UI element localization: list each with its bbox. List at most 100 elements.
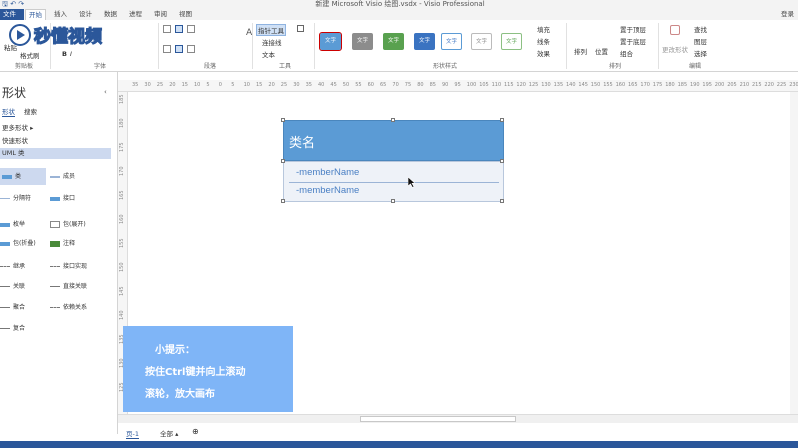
- text-tool-button[interactable]: 文本: [262, 49, 275, 59]
- ruler-tick-label: 140: [566, 82, 576, 88]
- shape-style-swatch[interactable]: 文字: [501, 33, 522, 50]
- align-right-icon[interactable]: [187, 45, 195, 53]
- italic-button[interactable]: I: [70, 50, 72, 58]
- effect-button[interactable]: 效果: [537, 48, 550, 58]
- pointer-tool-button[interactable]: 指针工具: [256, 24, 286, 36]
- shape-label: 直接关联: [63, 283, 88, 290]
- tab-review[interactable]: 审阅: [151, 9, 170, 20]
- scrollbar-thumb[interactable]: [360, 416, 516, 422]
- position-button[interactable]: 位置: [595, 46, 608, 56]
- tab-file[interactable]: 文件: [0, 9, 24, 20]
- all-pages-button[interactable]: 全部 ▴: [160, 428, 178, 438]
- resize-handle[interactable]: [500, 199, 504, 203]
- ruler-tick-label: 150: [119, 262, 125, 272]
- tab-home[interactable]: 开始: [25, 9, 46, 20]
- select-button[interactable]: 选择: [694, 48, 707, 58]
- shape-package-expanded[interactable]: 包(展开): [50, 216, 86, 233]
- resize-handle[interactable]: [391, 199, 395, 203]
- shape-interface-realization[interactable]: 接口实现: [50, 258, 87, 275]
- triangle-up-icon: ▴: [175, 430, 179, 438]
- uml-class-members[interactable]: -memberName -memberName: [283, 161, 504, 202]
- login-link[interactable]: 登录: [781, 9, 794, 20]
- more-shapes-item[interactable]: 更多形状 ▸: [0, 123, 112, 134]
- shape-separator[interactable]: 分隔符: [0, 190, 31, 207]
- resize-handle[interactable]: [500, 118, 504, 122]
- uml-class-shape[interactable]: 类名 -memberName -memberName: [281, 118, 504, 203]
- ruler-tick-label: 140: [119, 310, 125, 320]
- tab-shapes[interactable]: 形状: [2, 106, 15, 117]
- resize-handle[interactable]: [500, 159, 504, 163]
- shape-style-swatch[interactable]: 文字: [441, 33, 462, 50]
- shape-association[interactable]: 关联: [0, 278, 25, 295]
- shape-style-swatch[interactable]: 文字: [471, 33, 492, 50]
- shape-dependency[interactable]: 依赖关系: [50, 299, 87, 316]
- tab-design[interactable]: 设计: [76, 9, 95, 20]
- align-button[interactable]: 排列: [574, 46, 587, 56]
- bold-button[interactable]: B: [62, 50, 67, 58]
- horizontal-ruler[interactable]: 35 30 25 20 15 10 5 0 5 10 15 20 25 30 35 40 45 50 55 60 65 7…: [118, 80, 798, 92]
- tab-data[interactable]: 数据: [101, 9, 120, 20]
- align-bottom-icon[interactable]: [187, 25, 195, 33]
- shape-style-swatch[interactable]: 文字: [383, 33, 404, 50]
- format-painter-button[interactable]: 格式刷: [20, 50, 40, 60]
- resize-handle[interactable]: [281, 199, 285, 203]
- mouse-cursor-icon: [407, 176, 416, 190]
- tab-process[interactable]: 进程: [126, 9, 145, 20]
- resize-handle[interactable]: [281, 118, 285, 122]
- shape-label: 依赖关系: [63, 304, 88, 311]
- page-tab-1[interactable]: 页-1: [126, 428, 139, 439]
- align-middle-icon[interactable]: [175, 25, 183, 33]
- shape-style-swatch[interactable]: 文字: [352, 33, 373, 50]
- collapse-panel-icon[interactable]: ‹: [104, 88, 107, 96]
- tip-line: 按住Ctrl键并向上滚动: [145, 367, 246, 378]
- layers-button[interactable]: 图层: [694, 36, 707, 46]
- shape-enum[interactable]: 枚举: [0, 216, 25, 233]
- ruler-tick-label: 30: [144, 82, 151, 88]
- resize-handle[interactable]: [281, 159, 285, 163]
- tab-insert[interactable]: 插入: [51, 9, 70, 20]
- shape-interface[interactable]: 接口: [50, 190, 75, 207]
- change-shape-button[interactable]: 更改形状: [662, 44, 688, 54]
- class-shape-icon: [2, 174, 12, 179]
- ruler-tick-label: 180: [665, 82, 675, 88]
- send-to-back-button[interactable]: 置于底层: [620, 36, 646, 46]
- quick-access-toolbar[interactable]: 🖫 ↶ ↷: [2, 0, 24, 9]
- resize-handle[interactable]: [391, 118, 395, 122]
- group-separator: [314, 23, 315, 69]
- shape-composition[interactable]: 复合: [0, 320, 25, 337]
- ruler-tick-label: 165: [628, 82, 638, 88]
- ruler-tick-label: 175: [652, 82, 663, 88]
- rectangle-icon[interactable]: [297, 25, 304, 32]
- shape-style-swatch[interactable]: 文字: [319, 32, 342, 51]
- shape-note[interactable]: 注释: [50, 235, 75, 252]
- uml-member[interactable]: -memberName: [296, 167, 359, 178]
- shape-inheritance[interactable]: 继承: [0, 258, 25, 275]
- shape-class[interactable]: 类: [0, 168, 46, 185]
- uml-member[interactable]: -memberName: [296, 185, 359, 196]
- align-top-icon[interactable]: [163, 25, 171, 33]
- horizontal-scrollbar[interactable]: [118, 414, 798, 423]
- tab-search[interactable]: 搜索: [24, 106, 37, 116]
- quick-shapes-item[interactable]: 快速形状: [0, 136, 112, 147]
- shape-package-collapsed[interactable]: 包(折叠): [0, 235, 36, 252]
- line-button[interactable]: 线条: [537, 36, 550, 46]
- change-shape-icon[interactable]: [670, 25, 680, 35]
- bring-to-front-button[interactable]: 置于顶层: [620, 24, 646, 34]
- shape-direct-association[interactable]: 直接关联: [50, 278, 87, 295]
- vertical-scrollbar[interactable]: [790, 92, 798, 414]
- tab-view[interactable]: 视图: [176, 9, 195, 20]
- ruler-tick-label: 20: [169, 82, 176, 88]
- member-shape-icon: [50, 175, 60, 178]
- align-left-icon[interactable]: [163, 45, 171, 53]
- uml-class-stencil[interactable]: UML 类: [0, 148, 111, 159]
- shape-aggregation[interactable]: 聚合: [0, 299, 25, 316]
- shape-member[interactable]: 成员: [50, 168, 75, 185]
- add-page-icon[interactable]: ⊕: [192, 427, 199, 436]
- fill-button[interactable]: 填充: [537, 24, 550, 34]
- align-center-icon[interactable]: [175, 45, 183, 53]
- connector-button[interactable]: 连接线: [262, 37, 282, 47]
- shape-style-swatch[interactable]: 文字: [414, 33, 435, 50]
- group-button[interactable]: 组合: [620, 48, 633, 58]
- find-button[interactable]: 查找: [694, 24, 707, 34]
- uml-class-header[interactable]: 类名: [283, 120, 504, 161]
